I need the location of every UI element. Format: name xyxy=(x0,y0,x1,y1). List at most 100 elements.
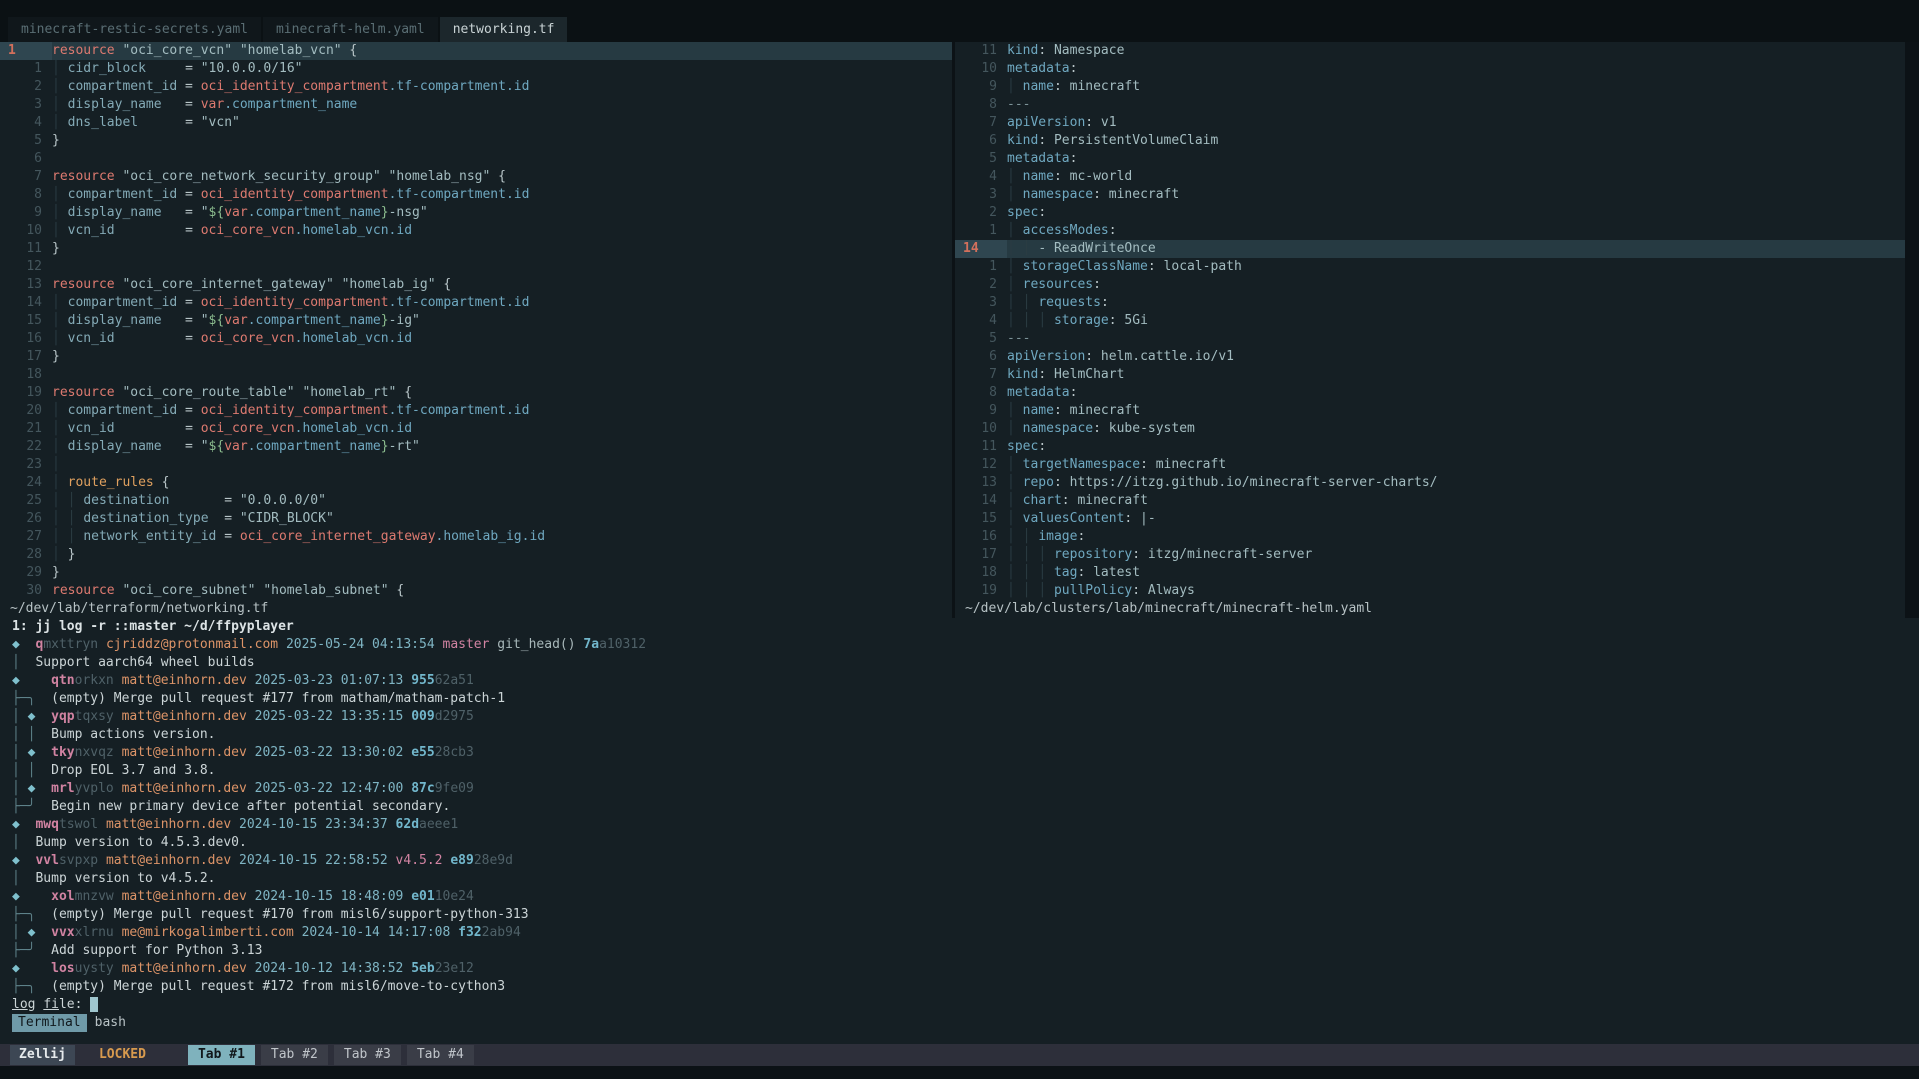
segment-sp xyxy=(114,925,122,940)
editor-tab-minecraft-restic-secrets-yaml[interactable]: minecraft-restic-secrets.yaml xyxy=(8,17,261,42)
line-number: 2 xyxy=(955,276,1007,294)
code-line: 16│ │ image: xyxy=(955,528,1905,546)
segment-key: name xyxy=(1023,169,1054,184)
segment-tpu: lo xyxy=(12,997,28,1012)
segment-sp xyxy=(231,817,239,832)
code-line: 7kind: HelmChart xyxy=(955,366,1905,384)
segment-refp: .tf-compartment.id xyxy=(389,79,530,94)
segment-ref: oci_core_internet_gateway xyxy=(240,529,436,544)
editor-tab-networking-tf[interactable]: networking.tf xyxy=(440,17,568,42)
segment-cid: mwq xyxy=(35,817,58,832)
terminal-pane[interactable]: 1: jj log -r ::master ~/d/ffpyplayer ◆ q… xyxy=(0,618,1919,1044)
segment-line: ├─╯ xyxy=(12,943,35,958)
segment-val: mc-world xyxy=(1062,169,1132,184)
segment-amb: route_rules xyxy=(68,475,154,490)
code-line: 25│ │ destination = "0.0.0.0/0" xyxy=(0,492,952,510)
segment-str: -nsg" xyxy=(389,205,428,220)
code-text: │ vcn_id = oci_core_vcn.homelab_vcn.id xyxy=(52,330,412,348)
code-text: apiVersion: v1 xyxy=(1007,114,1117,132)
segment-line: │ xyxy=(12,835,20,850)
segment-str: " xyxy=(201,205,209,220)
code-line: 22│ display_name = "${var.compartment_na… xyxy=(0,438,952,456)
code-text: │ storageClassName: local-path xyxy=(1007,258,1242,276)
zellij-tab-tab-2[interactable]: Tab #2 xyxy=(261,1045,328,1065)
line-number: 28 xyxy=(0,546,52,564)
zellij-tabs: Tab #1 Tab #2 Tab #3 Tab #4 xyxy=(188,1045,480,1065)
segment-str: -ig" xyxy=(389,313,420,328)
code-text: │ vcn_id = oci_core_vcn.homelab_vcn.id xyxy=(52,222,412,240)
editor-pane-networking-tf[interactable]: 1resource "oci_core_vcn" "homelab_vcn" {… xyxy=(0,42,952,618)
code-text: kind: PersistentVolumeClaim xyxy=(1007,132,1218,150)
code-text: │ display_name = var.compartment_name xyxy=(52,96,357,114)
segment-desc: Support aarch64 wheel builds xyxy=(35,655,254,670)
segment-line: ├─╯ xyxy=(12,799,35,814)
segment-dimid: svpxp xyxy=(59,853,98,868)
line-number: 23 xyxy=(0,456,52,474)
segment-guide: │ xyxy=(1007,187,1023,202)
code-line: 17│ │ │ repository: itzg/minecraft-serve… xyxy=(955,546,1905,564)
segment-dimid: tswol xyxy=(59,817,98,832)
segment-kw: resource xyxy=(52,385,115,400)
segment-pun: : xyxy=(1132,547,1140,562)
line-number: 8 xyxy=(955,384,1007,402)
segment-guide: │ xyxy=(52,61,68,76)
segment-str: "oci_core_subnet" "homelab_subnet" xyxy=(115,583,389,598)
segment-str: " xyxy=(201,313,209,328)
jj-log-line: ├─╮ (empty) Merge pull request #172 from… xyxy=(12,978,1919,996)
segment-sp xyxy=(35,925,51,940)
zellij-tab-tab-1[interactable]: Tab #1 xyxy=(188,1045,255,1065)
segment-line: │ xyxy=(12,781,28,796)
segment-dimid: orkxn xyxy=(75,673,114,688)
segment-line: │ xyxy=(12,745,28,760)
segment-cid: mrl xyxy=(51,781,74,796)
segment-blockcursor xyxy=(90,997,98,1012)
code-text: kind: HelmChart xyxy=(1007,366,1124,384)
zellij-tab-tab-3[interactable]: Tab #3 xyxy=(334,1045,401,1065)
code-text: resource "oci_core_network_security_grou… xyxy=(52,168,506,186)
code-text: │ │ requests: xyxy=(1007,294,1109,312)
segment-pun: : xyxy=(1140,457,1148,472)
segment-cid: xol xyxy=(51,889,74,904)
segment-email: matt@einhorn.dev xyxy=(122,889,247,904)
segment-key: pullPolicy xyxy=(1054,583,1132,598)
segment-guide: │ xyxy=(1023,295,1039,310)
segment-date: 2025-03-22 13:35:15 xyxy=(255,709,404,724)
segment-sp xyxy=(35,763,51,778)
code-line: 30resource "oci_core_subnet" "homelab_su… xyxy=(0,582,952,600)
segment-sp xyxy=(247,781,255,796)
segment-key: kind xyxy=(1007,43,1038,58)
segment-sp xyxy=(247,709,255,724)
line-number: 8 xyxy=(0,186,52,204)
segment-date: 2025-03-23 01:07:13 xyxy=(255,673,404,688)
segment-pun: = xyxy=(115,331,201,346)
editor-tab-minecraft-helm-yaml[interactable]: minecraft-helm.yaml xyxy=(263,17,438,42)
segment-node: ◆ xyxy=(12,889,20,904)
segment-grn: ${ xyxy=(209,205,225,220)
line-number: 9 xyxy=(0,204,52,222)
segment-prop: network_entity_id xyxy=(83,529,216,544)
segment-sp xyxy=(435,637,443,652)
code-text: │ display_name = "${var.compartment_name… xyxy=(52,438,420,456)
segment-sp xyxy=(20,961,51,976)
segment-pun: : xyxy=(1054,79,1062,94)
segment-pun: : xyxy=(1070,151,1078,166)
segment-guide: │ xyxy=(1007,565,1023,580)
segment-prop: destination xyxy=(83,493,169,508)
segment-desc: Drop EOL 3.7 and 3.8. xyxy=(51,763,215,778)
code-line-cursor: 1resource "oci_core_vcn" "homelab_vcn" { xyxy=(0,42,952,60)
code-line: 28│ } xyxy=(0,546,952,564)
zellij-tab-tab-4[interactable]: Tab #4 xyxy=(407,1045,474,1065)
segment-key: storage xyxy=(1054,313,1109,328)
segment-dimid: nxvqz xyxy=(75,745,114,760)
segment-sp xyxy=(98,637,106,652)
segment-refp: .compartment_name xyxy=(248,313,381,328)
terminal-tab-chip[interactable]: Terminal xyxy=(12,1014,87,1032)
segment-ref: oci_core_vcn xyxy=(201,331,295,346)
segment-kw: resource xyxy=(52,43,115,58)
segment-guide: │ xyxy=(1007,241,1023,256)
segment-guide: │ xyxy=(52,547,68,562)
line-number: 11 xyxy=(955,438,1007,456)
segment-pun: : xyxy=(1054,475,1062,490)
segment-cid: yqp xyxy=(51,709,74,724)
editor-pane-minecraft-helm-yaml[interactable]: 11kind: Namespace10metadata:9│ name: min… xyxy=(955,42,1905,618)
